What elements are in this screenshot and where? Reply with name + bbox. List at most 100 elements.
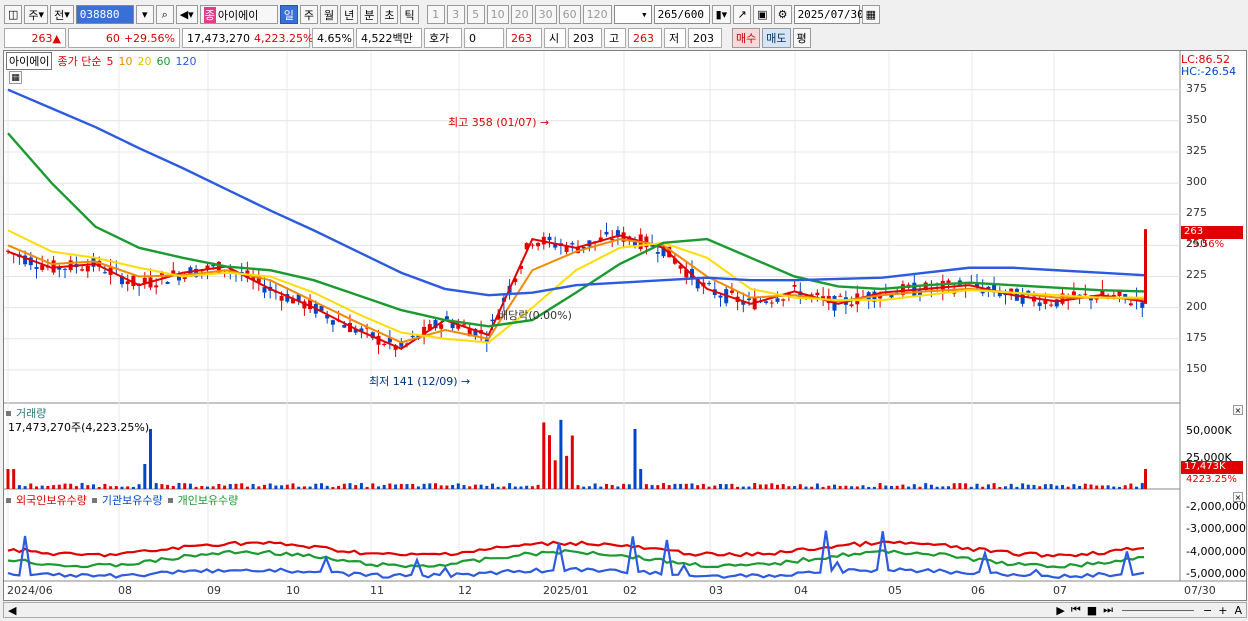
sell-button[interactable]: 매도 [762,28,791,48]
volume-value: 17,473,270 4,223.25% [182,28,313,48]
period-tab-minute[interactable]: 분 [360,5,379,24]
volume-bar [359,483,363,489]
candle [1117,291,1122,296]
interval-20[interactable]: 20 [510,5,533,24]
close-icon[interactable]: × [1233,492,1243,502]
x-tick-label: 07/30 [1184,584,1216,597]
save-icon[interactable]: ▣ [753,5,772,24]
candle [792,285,797,287]
period-tab-year[interactable]: 년 [340,5,359,24]
legend-ma120[interactable]: 120 [175,55,196,68]
candle [849,304,854,307]
gear-icon[interactable]: ⚙ [773,5,792,24]
interval-60[interactable]: 60 [558,5,581,24]
candle [51,260,56,273]
institution-holdings-label[interactable]: 기관보유수량 [102,492,163,508]
period-tab-month[interactable]: 월 [319,5,339,24]
volume-bar [810,486,814,489]
scrollbar[interactable]: ◀ ▶ ⏮ ■ ⏭ − + A [3,602,1247,618]
candle-type-icon[interactable]: ▮▾ [711,5,732,24]
volume-bar [240,483,244,489]
zoom-out-icon[interactable]: − [1200,604,1215,617]
calendar-icon[interactable]: ▦ [861,5,880,24]
volume-bar [1118,486,1121,489]
volume-bar [137,484,141,489]
table-icon[interactable]: ▦ [9,71,22,84]
interval-5[interactable]: 5 [466,5,485,24]
market-select-2[interactable]: 전 ▾ [50,5,74,24]
stock-name-field[interactable]: 종 아이에이 [199,5,278,24]
date-input[interactable]: 2025/07/30 [793,5,864,24]
stop-icon[interactable]: ■ [1084,604,1100,617]
eval-button[interactable]: 평 [792,28,811,48]
volume-bar [1055,485,1059,489]
hoga-label: 호가 [424,28,462,48]
amount-value: 4,522백만 [356,28,422,48]
volume-bar [1004,486,1007,489]
retail-holdings-label[interactable]: 개인보유수량 [178,492,239,508]
period-tab-second[interactable]: 초 [380,5,399,24]
close-icon[interactable]: × [1233,405,1243,415]
volume-bar [525,485,529,489]
buy-button[interactable]: 매수 [732,28,761,48]
speaker-icon[interactable]: ◀▾ [175,5,198,24]
period-tab-tick[interactable]: 틱 [400,5,419,24]
volume-bar [456,483,460,489]
volume-bar [160,484,164,489]
legend-ma10[interactable]: 10 [118,55,132,68]
interval-custom-input[interactable]: ▾ [613,5,652,24]
legend-stock-name[interactable]: 아이에이 [6,52,53,70]
candle [63,268,67,270]
volume-bar [1089,484,1093,489]
last-page-icon[interactable]: ⏭ [1100,603,1116,617]
first-page-icon[interactable]: ⏮ [1068,603,1084,617]
chart-area[interactable] [3,50,1247,601]
layout-icon[interactable]: ◫ [4,5,23,24]
candle [940,280,945,291]
x-tick-label: 2025/01 [543,584,589,597]
volume-bar [462,485,466,489]
y-tick-label: 325 [1186,143,1207,157]
volume-bar [536,484,540,489]
volume-bar [451,484,455,489]
volume-bar [251,484,255,489]
period-tab-day[interactable]: 일 [279,5,298,24]
volume-bar [388,483,392,489]
candle [1128,303,1133,306]
scroll-right-icon[interactable]: ▶ [1053,604,1067,617]
market-select[interactable]: 주 ▾ [24,5,49,24]
legend-ma5[interactable]: 5 [106,55,113,68]
candle [764,301,769,303]
volume-bar [553,460,557,489]
volume-bar [12,469,16,489]
code-dropdown-icon[interactable]: ▾ [135,5,154,24]
candle [1083,293,1088,295]
volume-bar [126,486,130,489]
text-tool-icon[interactable]: A [1230,604,1246,617]
interval-30[interactable]: 30 [534,5,557,24]
period-tab-week[interactable]: 주 [299,5,318,24]
interval-1[interactable]: 1 [426,5,445,24]
interval-10[interactable]: 10 [486,5,509,24]
volume-bar [348,483,352,489]
scroll-left-icon[interactable]: ◀ [4,604,20,617]
interval-3[interactable]: 3 [446,5,465,24]
volume-bar [445,485,449,489]
search-icon[interactable]: ⌕ [155,5,174,24]
zoom-slider[interactable] [1122,609,1195,611]
foreign-holdings-label[interactable]: 외국인보유수량 [16,492,87,508]
volume-bar [833,484,836,489]
low-annotation: 최저 141 (12/09) → [369,375,471,388]
chart-svg[interactable] [4,51,1246,600]
zoom-in-icon[interactable]: + [1215,604,1230,617]
legend-ma60[interactable]: 60 [156,55,170,68]
candle [570,243,575,245]
legend-ma-type[interactable]: 종가 단순 [57,53,101,69]
volume-bar [850,486,854,489]
legend-ma20[interactable]: 20 [137,55,151,68]
draw-tool-icon[interactable]: ↗ [733,5,752,24]
stock-code-input[interactable]: 038880 [75,5,134,24]
interval-120[interactable]: 120 [582,5,612,24]
low-label: 저 [664,28,686,48]
count-input[interactable]: 265/600 [653,5,710,24]
